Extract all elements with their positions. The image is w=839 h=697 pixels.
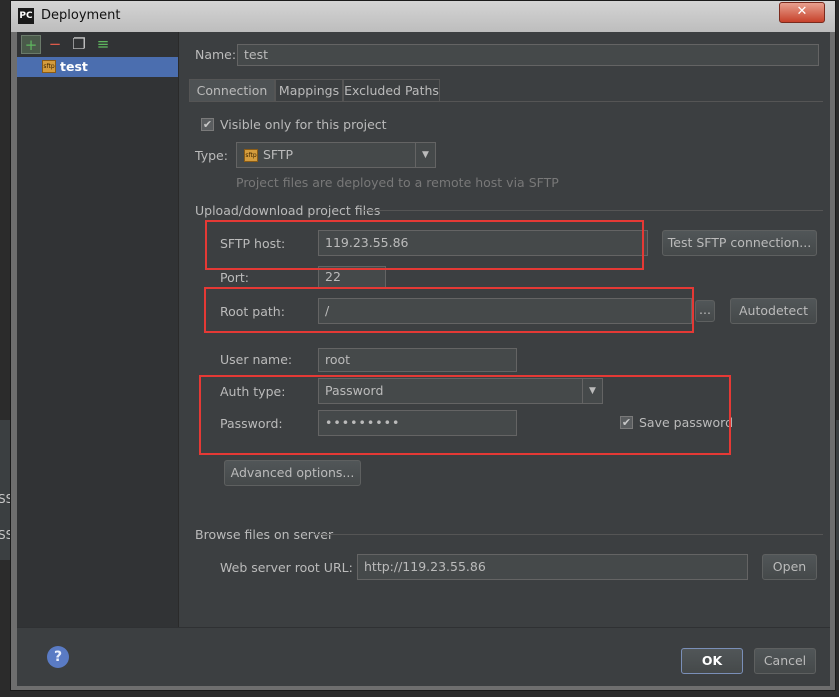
close-button[interactable]: ✕ <box>779 2 825 23</box>
tab-divider <box>189 101 823 102</box>
browse-section-divider <box>314 534 823 535</box>
dialog-content: + − ❐ ≡ sftp test Name: test Connection … <box>17 32 830 686</box>
auth-type-label: Auth type: <box>220 384 286 399</box>
tab-excluded-paths[interactable]: Excluded Paths <box>343 79 440 102</box>
name-field[interactable]: test <box>237 44 819 66</box>
help-icon[interactable]: ? <box>47 646 69 668</box>
window-title: Deployment <box>41 8 121 23</box>
type-label: Type: <box>195 148 228 163</box>
upload-section-title: Upload/download project files <box>195 203 381 218</box>
chevron-down-icon: ▼ <box>415 143 435 167</box>
auth-type-value: Password <box>325 383 384 398</box>
open-button[interactable]: Open <box>762 554 817 580</box>
root-path-field[interactable]: / <box>318 298 692 324</box>
pycharm-logo-icon: PC <box>18 8 34 24</box>
type-hint: Project files are deployed to a remote h… <box>236 175 559 190</box>
save-password-checkbox[interactable]: ✔ <box>620 416 633 429</box>
advanced-options-button[interactable]: Advanced options... <box>224 460 361 486</box>
browse-button[interactable]: ... <box>695 300 715 322</box>
type-dropdown[interactable]: sftp SFTP ▼ <box>236 142 436 168</box>
chevron-down-icon: ▼ <box>582 379 602 403</box>
tab-mappings[interactable]: Mappings <box>275 79 343 102</box>
port-field[interactable]: 22 <box>318 266 386 288</box>
sftp-host-label: SFTP host: <box>220 236 286 251</box>
ok-button[interactable]: OK <box>681 648 743 674</box>
title-bar[interactable]: PC Deployment ✕ <box>11 1 835 32</box>
footer-divider <box>17 627 830 628</box>
web-url-label: Web server root URL: <box>220 560 353 575</box>
sftp-icon: sftp <box>42 60 56 73</box>
password-label: Password: <box>220 416 283 431</box>
browse-section-title: Browse files on server <box>195 527 334 542</box>
upload-section-divider <box>362 210 823 211</box>
server-name-label: test <box>60 59 88 74</box>
copy-icon[interactable]: ❐ <box>69 35 89 54</box>
test-connection-button[interactable]: Test SFTP connection... <box>662 230 817 256</box>
password-field[interactable]: ••••••••• <box>318 410 517 436</box>
autodetect-button[interactable]: Autodetect <box>730 298 817 324</box>
sftp-host-field[interactable]: 119.23.55.86 <box>318 230 648 256</box>
deployment-dialog: PC Deployment ✕ + − ❐ ≡ sftp test Name: … <box>10 0 836 691</box>
tab-connection[interactable]: Connection <box>189 79 275 102</box>
auth-type-dropdown[interactable]: Password ▼ <box>318 378 603 404</box>
remove-icon[interactable]: − <box>45 35 65 54</box>
port-label: Port: <box>220 270 249 285</box>
user-name-field[interactable]: root <box>318 348 517 372</box>
root-path-label: Root path: <box>220 304 285 319</box>
server-list-pane: + − ❐ ≡ sftp test <box>17 32 179 627</box>
server-list-item[interactable]: sftp test <box>17 57 178 77</box>
visible-only-label: Visible only for this project <box>220 117 387 132</box>
web-url-field[interactable]: http://119.23.55.86 <box>357 554 748 580</box>
user-name-label: User name: <box>220 352 293 367</box>
cancel-button[interactable]: Cancel <box>754 648 816 674</box>
sftp-icon: sftp <box>244 149 258 162</box>
default-server-icon[interactable]: ≡ <box>93 35 113 54</box>
save-password-label: Save password <box>639 415 734 430</box>
visible-only-checkbox[interactable]: ✔ <box>201 118 214 131</box>
add-icon[interactable]: + <box>21 35 41 54</box>
name-label: Name: <box>195 47 237 62</box>
type-value: SFTP <box>263 147 294 162</box>
